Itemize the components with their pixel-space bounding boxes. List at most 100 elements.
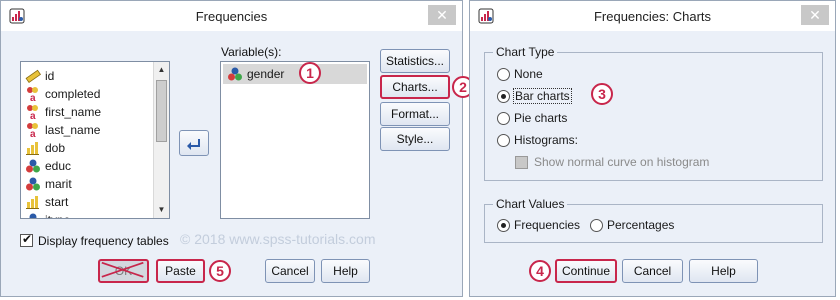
paste-button[interactable]: Paste — [156, 259, 205, 283]
nominal-string-icon: a — [27, 105, 38, 122]
nominal-string-icon: a — [27, 123, 38, 140]
nominal-icon — [228, 67, 242, 81]
ok-button[interactable]: OK — [98, 259, 149, 283]
close-button[interactable]: ✕ — [801, 5, 829, 25]
variable-name: completed — [45, 87, 101, 101]
variable-list-item[interactable]: jtype — [21, 211, 153, 218]
none-label[interactable]: None — [514, 67, 543, 81]
svg-text:a: a — [30, 111, 36, 120]
variable-type-icon: a — [25, 86, 41, 104]
dialog-title: Frequencies: Charts — [593, 9, 712, 24]
arrow-left-icon — [187, 138, 200, 150]
pie-charts-radio[interactable] — [497, 112, 510, 125]
variable-name: id — [45, 69, 55, 83]
crossed-out-icon — [101, 261, 144, 278]
histograms-radio[interactable] — [497, 134, 510, 147]
dialog-title: Frequencies — [195, 9, 268, 24]
variable-name: jtype — [45, 211, 70, 218]
scroll-up-arrow-icon[interactable]: ▲ — [154, 62, 169, 78]
statistics-button[interactable]: Statistics... — [380, 49, 450, 73]
variable-list-item[interactable]: a first_name — [21, 103, 153, 122]
display-tables-label[interactable]: Display frequency tables — [38, 234, 169, 248]
help-button[interactable]: Help — [321, 259, 370, 283]
display-tables-checkbox[interactable]: ✔ — [20, 232, 33, 247]
variable-name: last_name — [45, 123, 101, 137]
chart-values-title: Chart Values — [493, 197, 568, 211]
source-variable-list[interactable]: id a completed a first_name a last_name dob educ… — [20, 61, 170, 219]
frequencies-dialog: Frequencies ✕ id a completed a first_name a la… — [0, 0, 474, 297]
continue-button[interactable]: Continue — [555, 259, 617, 283]
variable-list-item[interactable]: educ — [21, 157, 153, 175]
variable-name: first_name — [45, 105, 102, 119]
radio-selected-dot — [501, 94, 506, 99]
variable-type-icon: a — [25, 104, 41, 122]
scroll-down-arrow-icon[interactable]: ▼ — [154, 202, 169, 218]
step-badge-4: 4 — [529, 260, 551, 282]
frequencies-radio[interactable] — [497, 219, 510, 232]
variable-list-item[interactable]: id — [21, 67, 153, 85]
ordinal-icon — [26, 196, 39, 209]
variable-type-icon — [25, 176, 41, 192]
variables-label: Variable(s): — [221, 45, 282, 59]
variable-list-item[interactable]: a last_name — [21, 121, 153, 140]
title-bar: Frequencies: Charts ✕ — [470, 1, 835, 31]
chart-values-group: Chart Values Frequencies Percentages — [484, 197, 823, 243]
close-button[interactable]: ✕ — [428, 5, 456, 25]
style-button[interactable]: Style... — [380, 127, 450, 151]
variable-type-icon — [25, 68, 42, 84]
svg-text:a: a — [30, 93, 36, 102]
format-button[interactable]: Format... — [380, 102, 450, 126]
move-variable-button[interactable] — [179, 130, 209, 156]
variable-name: gender — [247, 67, 285, 81]
target-variable-items: gender — [221, 62, 369, 86]
cancel-button[interactable]: Cancel — [265, 259, 315, 283]
percentages-radio[interactable] — [590, 219, 603, 232]
radio-selected-dot — [501, 223, 506, 228]
scroll-thumb[interactable] — [156, 80, 167, 142]
nominal-icon — [26, 159, 40, 173]
ordinal-icon — [26, 142, 39, 155]
nominal-string-icon: a — [27, 87, 38, 104]
nominal-icon — [26, 177, 40, 191]
chart-type-title: Chart Type — [493, 45, 558, 59]
cancel-button[interactable]: Cancel — [622, 259, 683, 283]
checkmark-icon: ✔ — [22, 232, 33, 246]
show-normal-curve-checkbox[interactable] — [515, 156, 528, 169]
variable-name: educ — [45, 159, 72, 173]
watermark: © 2018 www.spss-tutorials.com — [180, 231, 376, 247]
variable-name: start — [45, 195, 69, 209]
percentages-label[interactable]: Percentages — [607, 218, 674, 232]
vertical-scrollbar[interactable]: ▲ ▼ — [153, 62, 169, 218]
step-badge-1: 1 — [299, 62, 321, 84]
variable-name: marit — [45, 177, 72, 191]
variable-list-item[interactable]: a completed — [21, 85, 153, 104]
step-badge-5: 5 — [209, 260, 231, 282]
bar-charts-label[interactable]: Bar charts — [513, 88, 572, 104]
chart-type-group: Chart Type None Bar charts 3 Pie charts … — [484, 45, 823, 181]
pie-charts-label[interactable]: Pie charts — [514, 111, 567, 125]
none-radio[interactable] — [497, 68, 510, 81]
variable-type-icon — [227, 66, 243, 82]
bar-charts-radio[interactable] — [497, 90, 510, 103]
help-button[interactable]: Help — [689, 259, 758, 283]
frequencies-label[interactable]: Frequencies — [514, 218, 580, 232]
source-variable-items: id a completed a first_name a last_name dob educ… — [21, 62, 153, 218]
ruler-icon — [25, 69, 42, 84]
step-badge-3: 3 — [591, 83, 613, 105]
title-bar: Frequencies ✕ — [1, 1, 462, 31]
variable-type-icon — [25, 212, 41, 218]
charts-dialog: Frequencies: Charts ✕ Chart Type None Ba… — [469, 0, 836, 297]
variable-name: dob — [45, 141, 66, 155]
charts-button[interactable]: Charts... — [380, 75, 450, 99]
variable-list-item[interactable]: start — [21, 193, 153, 211]
variable-type-icon: a — [25, 122, 41, 140]
variable-type-icon — [25, 158, 41, 174]
variable-list-item[interactable]: marit — [21, 175, 153, 193]
variable-list-item[interactable]: gender — [223, 64, 367, 84]
histograms-label[interactable]: Histograms: — [514, 133, 578, 147]
variable-type-icon — [25, 194, 41, 210]
show-normal-curve-label: Show normal curve on histogram — [534, 155, 710, 169]
target-variable-list[interactable]: gender — [220, 61, 370, 219]
variable-list-item[interactable]: dob — [21, 139, 153, 157]
svg-text:a: a — [30, 129, 36, 138]
